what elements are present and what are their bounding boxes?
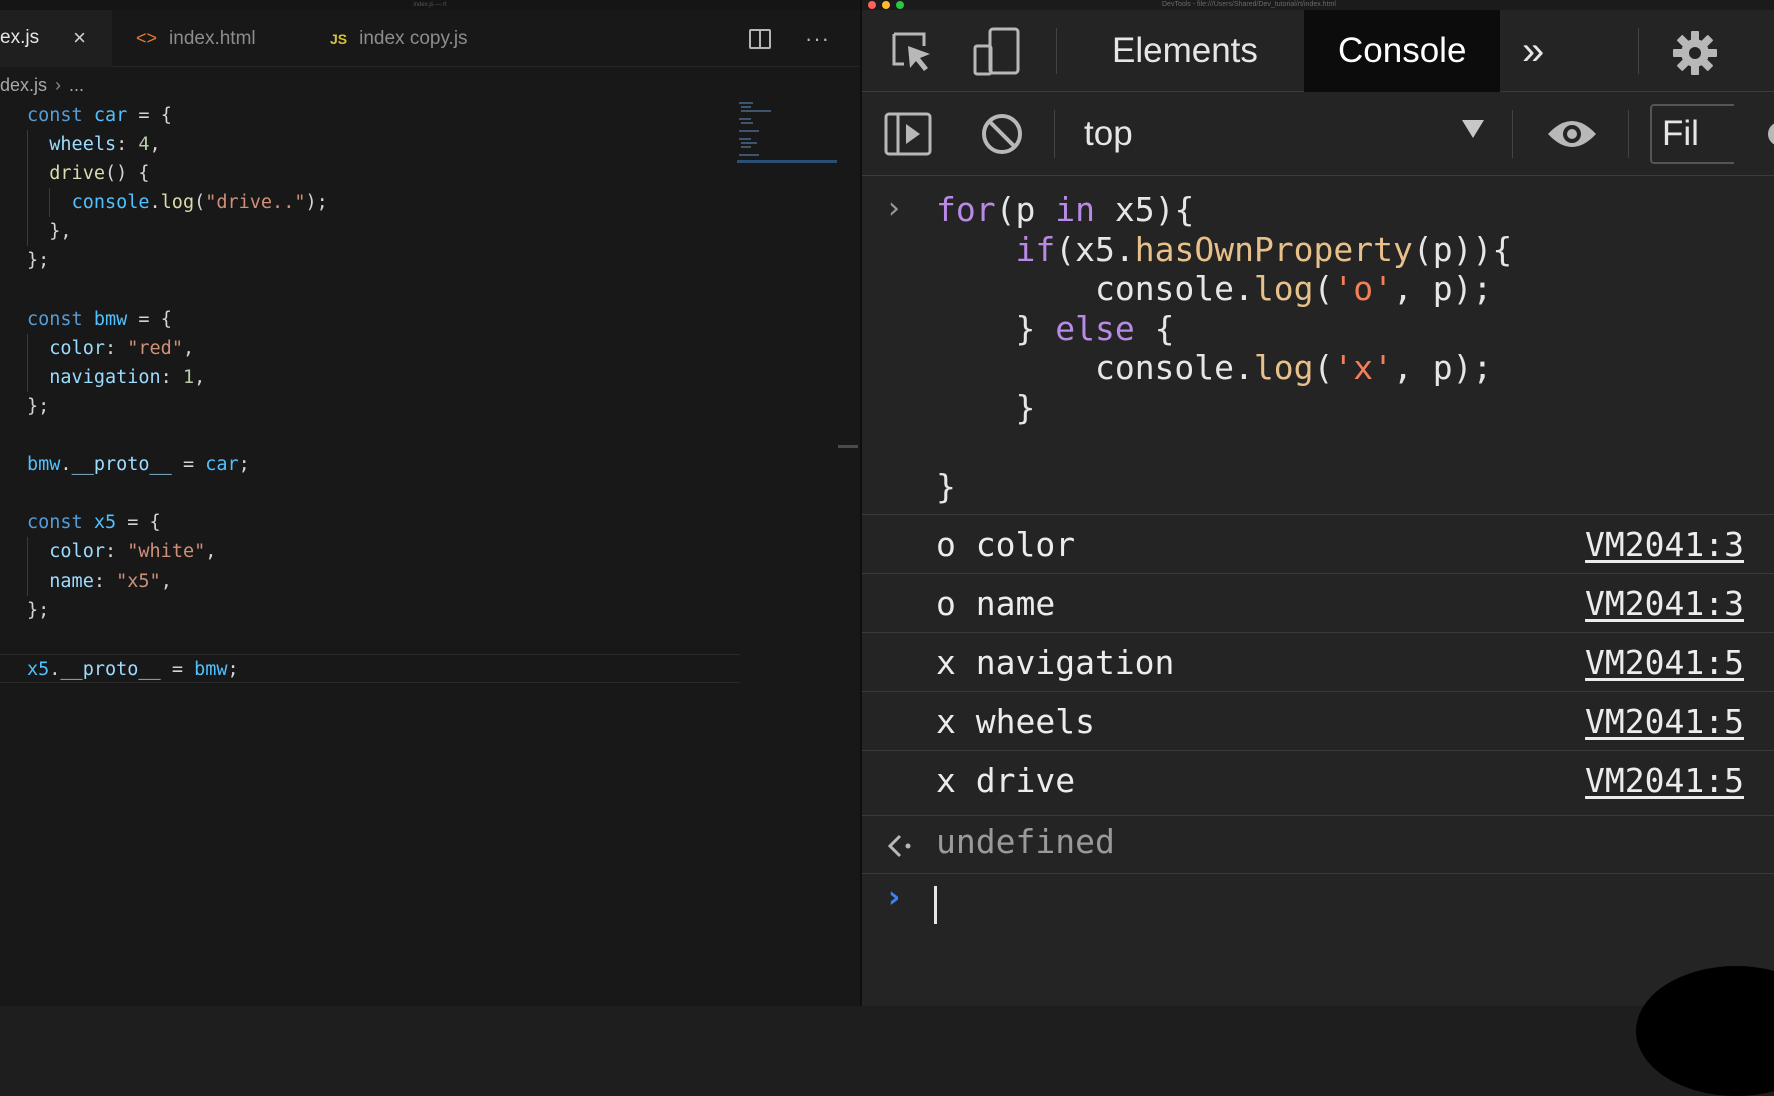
minimap[interactable]	[737, 100, 837, 164]
filter-placeholder: Fil	[1662, 114, 1699, 153]
log-message: x wheels	[936, 701, 1095, 741]
code-line[interactable]: bmw.__proto__ = car;	[0, 450, 740, 479]
console-prompt[interactable]: ›	[862, 873, 1774, 933]
toolbar-divider	[1638, 28, 1639, 74]
log-source-link[interactable]: VM2041:5	[1585, 702, 1744, 741]
editor-window-title: index.js — rt	[413, 2, 447, 8]
editor-scrollbar[interactable]	[838, 445, 858, 448]
console-input-echo: for(p in x5){ if(x5.hasOwnProperty(p)){ …	[936, 190, 1513, 507]
code-line[interactable]	[0, 625, 740, 654]
tab-label: index copy.js	[359, 27, 468, 49]
devtools-window-title: DevTools - file:///Users/Shared/Dev_tuto…	[1162, 1, 1336, 8]
log-row: x drive VM2041:5	[862, 750, 1774, 809]
tab-index-copy-js[interactable]: JS index copy.js	[308, 10, 518, 67]
log-message: x drive	[936, 760, 1076, 800]
code-line[interactable]: const car = {	[0, 101, 740, 130]
toolbar-divider	[1512, 110, 1513, 158]
breadcrumb: dex.js › ...	[0, 67, 84, 103]
breadcrumb-symbol[interactable]: ...	[69, 75, 84, 96]
log-row: o name VM2041:3	[862, 573, 1774, 632]
minimize-window-button[interactable]	[882, 1, 890, 9]
split-editor-icon[interactable]	[749, 28, 772, 49]
breadcrumb-file[interactable]: dex.js	[0, 75, 47, 96]
close-icon[interactable]: ×	[73, 25, 86, 51]
device-toolbar-icon[interactable]	[972, 26, 1024, 78]
zoom-window-button[interactable]	[896, 1, 904, 9]
toolbar-divider	[1054, 110, 1055, 158]
context-value: top	[1084, 114, 1133, 153]
log-message: o name	[936, 583, 1056, 623]
inspect-element-icon[interactable]	[890, 30, 934, 74]
log-source-link[interactable]: VM2041:5	[1585, 643, 1744, 682]
chevron-down-icon[interactable]	[1462, 120, 1484, 138]
code-line[interactable]: color: "white",	[0, 537, 740, 567]
log-message: o color	[936, 524, 1076, 564]
input-chevron-icon: ›	[888, 191, 900, 226]
tab-index-html[interactable]: <> index.html	[112, 10, 308, 67]
result-row: undefined	[862, 815, 1774, 873]
log-row: x wheels VM2041:5	[862, 691, 1774, 750]
prompt-chevron-icon: ›	[888, 880, 901, 915]
chevron-right-icon: ›	[55, 74, 62, 95]
html-file-icon: <>	[136, 28, 158, 48]
live-expression-eye-icon[interactable]	[1546, 114, 1598, 154]
more-actions-icon[interactable]: ···	[805, 26, 830, 52]
code-line[interactable]	[0, 479, 740, 508]
devtools-main-toolbar: Elements Console »	[862, 10, 1774, 92]
code-area[interactable]: const car = { wheels: 4, drive() { conso…	[0, 101, 740, 683]
code-line[interactable]: navigation: 1,	[0, 362, 740, 392]
code-line[interactable]: name: "x5",	[0, 566, 740, 596]
code-line[interactable]: color: "red",	[0, 333, 740, 363]
filter-input[interactable]: Fil	[1650, 104, 1734, 164]
log-message: x navigation	[936, 642, 1175, 682]
tab-console[interactable]: Console	[1304, 10, 1501, 92]
context-selector[interactable]: top	[1084, 92, 1133, 176]
code-line[interactable]: console.log("drive..");	[0, 188, 740, 218]
cursor-overlay	[1636, 966, 1774, 1096]
console-output[interactable]: › for(p in x5){ if(x5.hasOwnProperty(p))…	[862, 177, 1774, 1096]
gear-icon[interactable]	[1672, 30, 1718, 76]
tab-index-js[interactable]: ex.js ×	[0, 10, 112, 67]
devtools-titlebar: DevTools - file:///Users/Shared/Dev_tuto…	[862, 0, 1774, 10]
console-sidebar-icon[interactable]	[884, 112, 932, 156]
console-toolbar: top Fil	[862, 92, 1774, 176]
code-line[interactable]	[0, 276, 740, 305]
editor-window-titlebar: index.js — rt	[0, 0, 860, 10]
code-line[interactable]: },	[0, 217, 740, 247]
log-source-link[interactable]: VM2041:5	[1585, 761, 1744, 800]
log-row: o color VM2041:3	[862, 514, 1774, 573]
result-value: undefined	[936, 822, 1115, 861]
code-line[interactable]: drive() {	[0, 159, 740, 189]
code-line[interactable]: wheels: 4,	[0, 130, 740, 160]
close-window-button[interactable]	[868, 1, 876, 9]
tab-label: ex.js	[0, 27, 40, 48]
editor-actions: ···	[749, 10, 830, 67]
console-settings-icon[interactable]	[1754, 114, 1774, 154]
code-line[interactable]	[0, 421, 740, 450]
minimap-viewport[interactable]	[737, 160, 837, 163]
more-tabs-icon[interactable]: »	[1510, 10, 1556, 92]
log-source-link[interactable]: VM2041:3	[1585, 525, 1744, 564]
tab-label: index.html	[169, 27, 256, 49]
code-line[interactable]: };	[0, 596, 740, 625]
toolbar-divider	[1628, 110, 1629, 158]
code-editor: index.js — rt ex.js × <> index.html JS i…	[0, 0, 860, 1006]
tab-elements[interactable]: Elements	[1078, 10, 1292, 92]
text-cursor	[934, 886, 937, 924]
js-file-icon: JS	[330, 30, 348, 47]
clear-console-icon[interactable]	[980, 112, 1024, 156]
code-line[interactable]: };	[0, 392, 740, 421]
return-value-icon	[887, 834, 911, 858]
log-source-link[interactable]: VM2041:3	[1585, 584, 1744, 623]
code-line[interactable]: const x5 = {	[0, 508, 740, 537]
code-line[interactable]: x5.__proto__ = bmw;	[0, 653, 740, 683]
code-line[interactable]: const bmw = {	[0, 305, 740, 334]
devtools-panel: DevTools - file:///Users/Shared/Dev_tuto…	[860, 0, 1774, 1096]
toolbar-divider	[1056, 28, 1057, 74]
log-row: x navigation VM2041:5	[862, 632, 1774, 691]
code-line[interactable]: };	[0, 246, 740, 275]
editor-tab-bar: ex.js × <> index.html JS index copy.js	[0, 10, 860, 67]
